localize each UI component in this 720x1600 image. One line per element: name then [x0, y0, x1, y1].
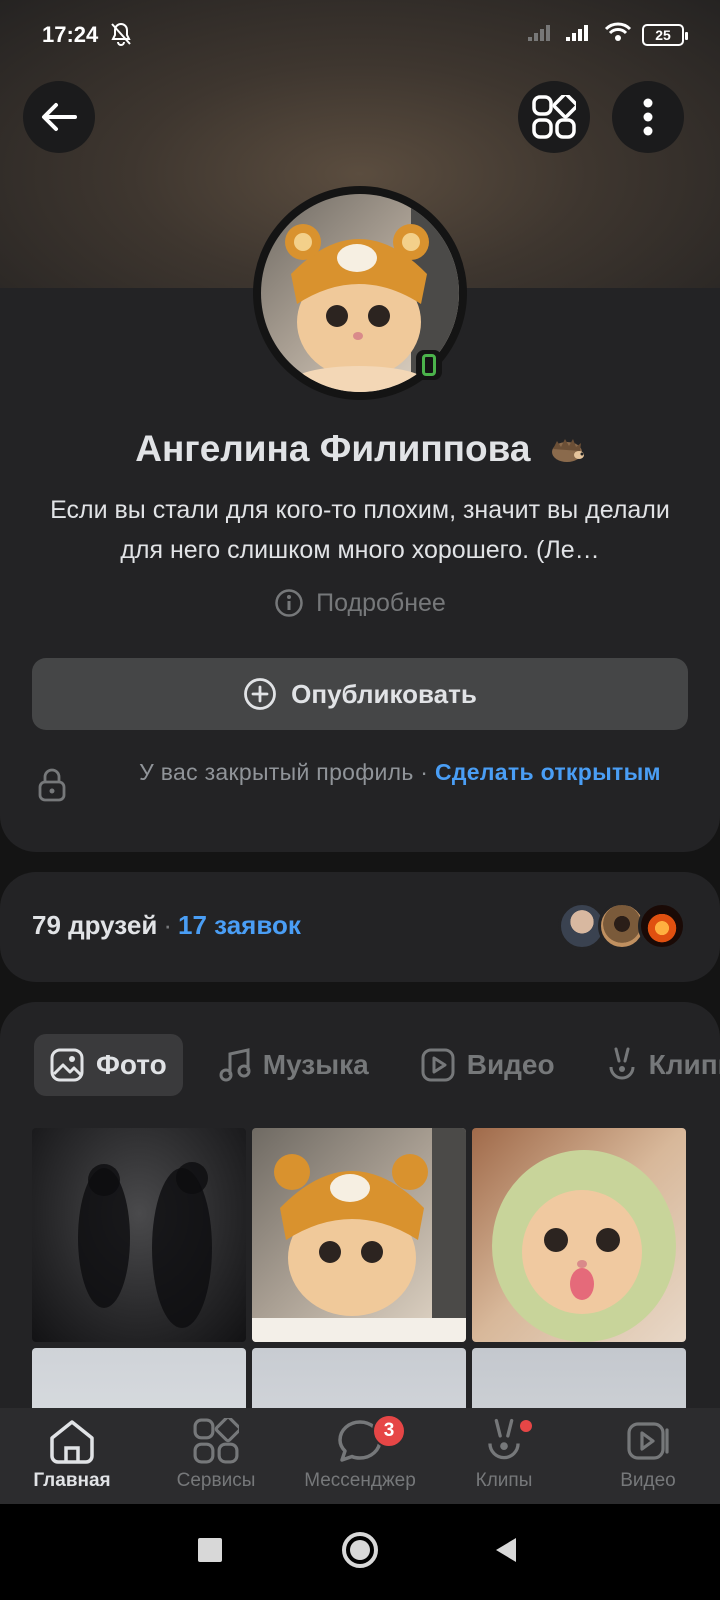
- notification-dot: [520, 1420, 532, 1432]
- nav-messenger[interactable]: 3 Мессенджер: [288, 1408, 432, 1504]
- lock-icon: [38, 768, 66, 807]
- photo-icon: [50, 1048, 84, 1082]
- status-bar: 17:24 25: [0, 0, 720, 70]
- tab-photos[interactable]: Фото: [34, 1034, 183, 1096]
- media-section: Фото Музыка Видео Клипы: [0, 1002, 720, 1422]
- back-triangle-icon[interactable]: [494, 1536, 518, 1564]
- friend-avatars[interactable]: [558, 902, 686, 950]
- more-vertical-icon: [643, 98, 653, 136]
- tab-clips[interactable]: Клипы: [591, 1034, 720, 1096]
- nav-services[interactable]: Сервисы: [144, 1408, 288, 1504]
- back-button[interactable]: [23, 81, 95, 153]
- friends-card[interactable]: 79 друзей · 17 заявок: [0, 872, 720, 982]
- video-icon: [627, 1422, 669, 1460]
- tab-music[interactable]: Музыка: [203, 1034, 385, 1096]
- photo-thumbnail[interactable]: [32, 1128, 246, 1342]
- profile-name: Ангелина Филиппова: [0, 428, 720, 472]
- online-mobile-icon: [416, 350, 442, 380]
- make-public-link[interactable]: Сделать открытым: [435, 759, 661, 785]
- avatar: [638, 902, 686, 950]
- battery-indicator: 25: [642, 23, 688, 46]
- photo-thumbnail[interactable]: [472, 1128, 686, 1342]
- unread-badge: 3: [372, 1414, 406, 1448]
- system-navigation-bar: [0, 1504, 720, 1600]
- bell-muted-icon: [110, 22, 132, 51]
- photo-thumbnail[interactable]: [252, 1128, 466, 1342]
- status-time: 17:24: [42, 22, 99, 47]
- tab-video[interactable]: Видео: [405, 1034, 571, 1096]
- info-icon: [275, 589, 303, 617]
- clips-icon: [609, 1047, 635, 1080]
- bottom-navigation: Главная Сервисы 3 Мессенджер Клипы Видео: [0, 1408, 720, 1504]
- more-button[interactable]: [612, 81, 684, 153]
- video-icon: [421, 1048, 455, 1082]
- grid-icon: [193, 1418, 239, 1464]
- grid-icon: [532, 95, 576, 139]
- friend-requests-link[interactable]: 17 заявок: [178, 910, 301, 940]
- nav-clips[interactable]: Клипы: [432, 1408, 576, 1504]
- signal-icon: [566, 23, 594, 46]
- wifi-icon: [604, 22, 632, 47]
- friends-count[interactable]: 79 друзей: [32, 910, 157, 940]
- signal-weak-icon: [528, 23, 556, 46]
- services-button[interactable]: [518, 81, 590, 153]
- plus-circle-icon: [244, 678, 277, 710]
- music-icon: [219, 1048, 251, 1082]
- details-label: Подробнее: [316, 588, 446, 617]
- publish-button[interactable]: Опубликовать: [32, 658, 688, 730]
- arrow-left-icon: [42, 103, 77, 131]
- nav-video[interactable]: Видео: [576, 1408, 720, 1504]
- nav-home[interactable]: Главная: [0, 1408, 144, 1504]
- recent-apps-button[interactable]: [198, 1538, 222, 1562]
- media-tabs: Фото Музыка Видео Клипы: [34, 1034, 720, 1096]
- home-button[interactable]: [342, 1532, 378, 1568]
- home-icon: [50, 1420, 94, 1464]
- profile-status[interactable]: Если вы стали для кого-то плохим, значит…: [30, 490, 690, 570]
- publish-label: Опубликовать: [291, 678, 477, 709]
- details-link[interactable]: Подробнее: [0, 588, 720, 618]
- hedgehog-icon: [549, 430, 585, 472]
- private-text: У вас закрытый профиль ·: [139, 759, 429, 785]
- separator: ·: [163, 910, 172, 940]
- photo-grid: [32, 1128, 688, 1422]
